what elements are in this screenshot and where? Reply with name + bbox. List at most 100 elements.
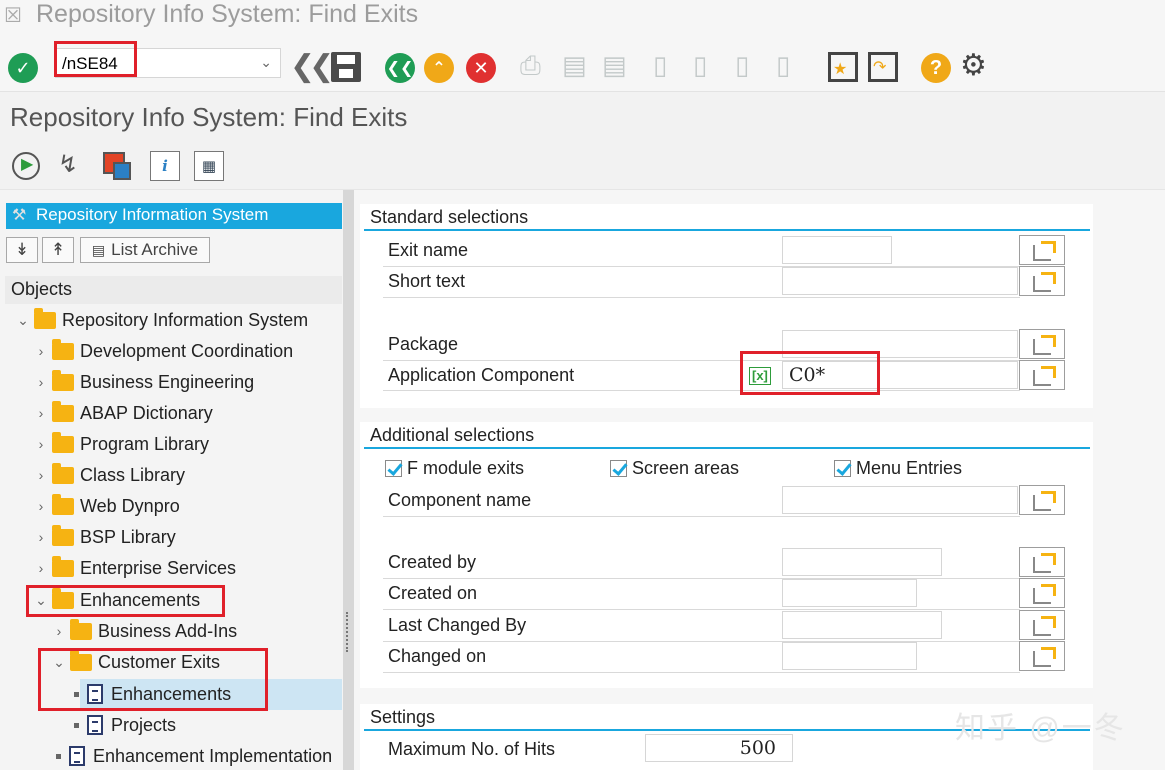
tree-item-bsp-library[interactable]: › BSP Library: [34, 523, 176, 551]
additional-selections-title: Additional selections: [370, 425, 534, 446]
chevron-right-icon[interactable]: ›: [34, 374, 48, 390]
chevron-right-icon[interactable]: ›: [34, 405, 48, 421]
folder-icon: [52, 405, 74, 422]
last-page-icon[interactable]: ▯: [776, 50, 790, 81]
folder-icon: [52, 498, 74, 515]
tree-item-business-add-ins[interactable]: › Business Add-Ins: [52, 617, 237, 645]
columns-icon[interactable]: ▦: [194, 151, 224, 181]
collapse-all-icon[interactable]: ↟: [42, 237, 74, 263]
settings-icon[interactable]: ⚙: [960, 48, 987, 83]
exit-icon[interactable]: ⌃: [424, 53, 454, 83]
tool-icon: ⚒: [12, 205, 26, 225]
find-icon[interactable]: ▤: [562, 50, 587, 81]
where-used-icon[interactable]: ↯: [58, 150, 78, 179]
back-icon[interactable]: ❮❮: [385, 53, 415, 83]
expand-all-icon[interactable]: ↡: [6, 237, 38, 263]
find-next-icon[interactable]: ▤: [602, 50, 627, 81]
row-divider: [383, 297, 1020, 298]
application-toolbar: ▶ ↯ i ▦: [0, 140, 1165, 190]
chevron-right-icon[interactable]: ›: [52, 623, 66, 639]
multiple-selection-icon[interactable]: [1019, 235, 1065, 265]
create-session-icon[interactable]: ★: [828, 52, 858, 82]
fast-back-icon[interactable]: ❮❮: [290, 49, 328, 84]
archive-icon: ▤: [92, 242, 105, 259]
multiple-selection-icon[interactable]: [1019, 360, 1065, 390]
first-page-icon[interactable]: ▯: [653, 50, 667, 81]
short-text-input[interactable]: [782, 267, 1018, 295]
screen-areas-checkbox[interactable]: [610, 460, 627, 477]
component-name-input[interactable]: [782, 486, 1018, 514]
multiple-selection-icon[interactable]: [1019, 641, 1065, 671]
tree-item-label: Program Library: [80, 434, 209, 455]
multiple-selection-icon[interactable]: [1019, 485, 1065, 515]
bullet-icon: [56, 754, 61, 759]
print-icon[interactable]: ⎙: [520, 50, 541, 82]
repository-header[interactable]: ⚒ Repository Information System: [6, 203, 342, 229]
tree-item-label: Business Engineering: [80, 372, 254, 393]
multiple-selection-icon[interactable]: [1019, 610, 1065, 640]
folder-icon: [52, 436, 74, 453]
changed-on-input[interactable]: [782, 642, 917, 670]
window-menu-icon[interactable]: ☒: [4, 3, 22, 28]
shortcut-icon[interactable]: ↷: [868, 52, 898, 82]
multiple-selection-icon[interactable]: [1019, 578, 1065, 608]
save-icon[interactable]: [331, 52, 361, 82]
fmodule-checkbox[interactable]: [385, 460, 402, 477]
chevron-right-icon[interactable]: ›: [34, 560, 48, 576]
info-icon[interactable]: i: [150, 151, 180, 181]
chevron-right-icon[interactable]: ›: [34, 467, 48, 483]
settings-title: Settings: [370, 707, 435, 728]
enter-icon[interactable]: ✓: [8, 53, 38, 83]
chevron-right-icon[interactable]: ›: [34, 436, 48, 452]
menu-entries-checkbox[interactable]: [834, 460, 851, 477]
tree-item-enterprise-services[interactable]: › Enterprise Services: [34, 554, 236, 582]
multiple-selection-icon[interactable]: [1019, 547, 1065, 577]
execute-icon[interactable]: ▶: [12, 152, 40, 180]
app-component-label: Application Component: [388, 365, 574, 386]
cancel-icon[interactable]: ✕: [466, 53, 496, 83]
tree-item-business-engineering[interactable]: › Business Engineering: [34, 368, 254, 396]
chevron-right-icon[interactable]: ›: [34, 529, 48, 545]
component-name-label: Component name: [388, 490, 531, 511]
tree-item-label: Projects: [111, 715, 176, 736]
tree-item-repository[interactable]: ⌄ Repository Information System: [16, 306, 308, 334]
tree-item-class-library[interactable]: › Class Library: [34, 461, 185, 489]
next-page-icon[interactable]: ▯: [735, 50, 749, 81]
document-icon: [69, 746, 85, 766]
tree-item-projects[interactable]: Projects: [74, 711, 176, 739]
created-by-input[interactable]: [782, 548, 942, 576]
tree-item-abap-dictionary[interactable]: › ABAP Dictionary: [34, 399, 213, 427]
splitter-grip-icon[interactable]: [346, 612, 350, 652]
short-text-label: Short text: [388, 271, 465, 292]
page-title: Repository Info System: Find Exits: [10, 102, 407, 133]
chevron-right-icon[interactable]: ›: [34, 343, 48, 359]
last-changed-by-label: Last Changed By: [388, 615, 526, 636]
multiple-selection-icon[interactable]: [1019, 329, 1065, 359]
package-label: Package: [388, 334, 458, 355]
tree-item-label: Enterprise Services: [80, 558, 236, 579]
panel-splitter[interactable]: [343, 190, 354, 770]
prev-page-icon[interactable]: ▯: [693, 50, 707, 81]
tree-item-enhancement-implementation[interactable]: Enhancement Implementation: [56, 742, 332, 770]
max-hits-input[interactable]: 500: [645, 734, 793, 762]
tree-item-label: Business Add-Ins: [98, 621, 237, 642]
list-archive-button[interactable]: ▤ List Archive: [80, 237, 210, 263]
tree-item-program-library[interactable]: › Program Library: [34, 430, 209, 458]
row-divider: [383, 672, 1020, 673]
tree-item-label: Web Dynpro: [80, 496, 180, 517]
help-icon[interactable]: ?: [921, 53, 951, 83]
last-changed-by-input[interactable]: [782, 611, 942, 639]
folder-icon: [52, 343, 74, 360]
multiple-selection-icon[interactable]: [1019, 266, 1065, 296]
row-divider: [383, 390, 1020, 391]
chevron-down-icon[interactable]: ⌄: [260, 54, 272, 71]
max-hits-label: Maximum No. of Hits: [388, 739, 555, 760]
other-object-icon[interactable]: [103, 152, 125, 174]
chevron-down-icon[interactable]: ⌄: [16, 312, 30, 329]
tree-item-web-dynpro[interactable]: › Web Dynpro: [34, 492, 180, 520]
standard-selections-title: Standard selections: [370, 207, 528, 228]
created-on-input[interactable]: [782, 579, 917, 607]
exit-name-input[interactable]: [782, 236, 892, 264]
chevron-right-icon[interactable]: ›: [34, 498, 48, 514]
tree-item-development[interactable]: › Development Coordination: [34, 337, 293, 365]
